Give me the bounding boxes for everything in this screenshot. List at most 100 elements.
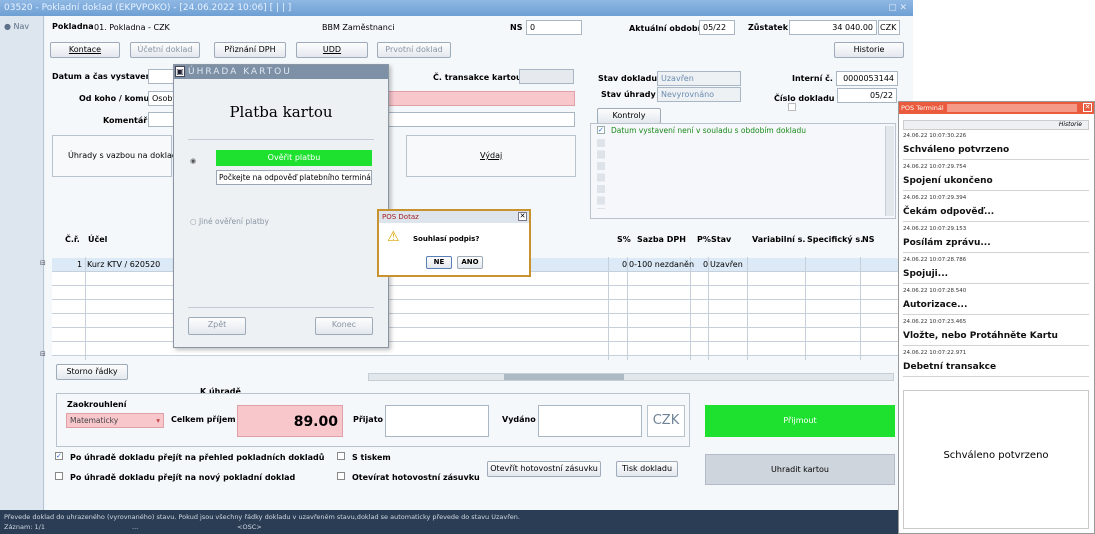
list-item: 24.06.22 10:07:28.786 Spojuji...: [903, 255, 1089, 284]
ns-label: NS: [510, 23, 523, 32]
obdobi-field[interactable]: 05/22: [699, 20, 735, 35]
list-item: 24.06.22 10:07:29.153 Posílám zprávu...: [903, 224, 1089, 253]
cell-p: 0: [703, 260, 709, 269]
vydaj-label: Výdaj: [480, 151, 503, 160]
entry-timestamp: 24.06.22 10:07:28.540: [903, 288, 967, 294]
currency-field: CZK: [878, 20, 900, 35]
col-header-ns[interactable]: NS: [862, 235, 874, 244]
datum-field[interactable]: [148, 69, 174, 84]
verify-payment-button[interactable]: Ověřit platbu: [216, 150, 372, 166]
card-dialog-title: ÚHRADA KARTOU: [174, 65, 388, 79]
storno-button[interactable]: Storno řádky: [56, 364, 128, 380]
main-window: 03520 - Pokladní doklad (EKPVPOKO) - [24…: [0, 0, 913, 534]
celkem-field: 89.00: [237, 405, 343, 437]
zaokrouhleni-select[interactable]: Matematicky ▾: [66, 413, 164, 428]
prvotni-doklad-button[interactable]: Prvotní doklad: [377, 42, 451, 58]
kontace-button[interactable]: Kontace: [50, 42, 120, 58]
back-button[interactable]: Zpět: [188, 317, 246, 335]
other-verification-radio[interactable]: ○ Jiné ověření platby: [190, 217, 269, 226]
otevrit-zasuvku-button[interactable]: Otevřít hotovostní zásuvku: [487, 461, 601, 477]
col-header-ucel[interactable]: Účel: [88, 235, 107, 244]
window-controls[interactable]: ▢ ✕: [888, 0, 907, 16]
udd-button[interactable]: UDD: [296, 42, 368, 58]
ucetni-doklad-button[interactable]: Účetní doklad: [130, 42, 200, 58]
nav-dot-icon: ●: [4, 22, 11, 31]
no-button[interactable]: NE: [426, 256, 452, 269]
col-header-cr[interactable]: Č.ř.: [65, 235, 80, 244]
col-header-s[interactable]: S%: [617, 235, 631, 244]
cislo-checkbox[interactable]: [788, 103, 796, 111]
end-button[interactable]: Konec: [315, 317, 373, 335]
entry-timestamp: 24.06.22 10:07:28.786: [903, 257, 967, 263]
entry-text: Čekám odpověď...: [903, 207, 995, 217]
historie-button[interactable]: Historie: [834, 42, 904, 58]
nav-item[interactable]: ● Nav: [4, 22, 29, 31]
horizontal-scrollbar[interactable]: [368, 373, 894, 381]
divider: [188, 307, 374, 308]
ns-field[interactable]: 0: [526, 20, 582, 35]
tisk-dokladu-button[interactable]: Tisk dokladu: [616, 461, 678, 477]
cell-stav: Uzavřen: [710, 260, 743, 269]
terminal-progress: [947, 104, 1077, 112]
col-header-var[interactable]: Variabilní s.: [752, 235, 805, 244]
yes-button[interactable]: ANO: [457, 256, 483, 269]
komentar-field-right[interactable]: [388, 112, 575, 127]
pokladna-label: Pokladna: [52, 22, 94, 31]
zaokrouhleni-label: Zaokrouhlení: [67, 400, 127, 409]
chk4-checkbox[interactable]: [337, 472, 345, 480]
scrollbar-thumb[interactable]: [504, 374, 624, 380]
prijmout-button[interactable]: Přijmout: [705, 405, 895, 437]
historie-header[interactable]: Historie: [903, 120, 1089, 130]
window-title: 03520 - Pokladní doklad (EKPVPOKO) - [24…: [0, 0, 913, 16]
odkoho-label: Od koho / komu: [79, 94, 150, 103]
kontroly-scrollbar[interactable]: [885, 126, 894, 216]
divider: [188, 139, 374, 140]
entry-timestamp: 24.06.22 10:07:29.153: [903, 226, 967, 232]
col-header-p[interactable]: P%: [697, 235, 711, 244]
warning-icon: ⚠: [387, 229, 400, 245]
interni-label: Interní č.: [792, 74, 833, 83]
chk1-label: Po úhradě dokladu přejít na přehled pokl…: [70, 453, 325, 462]
bbm-label: BBM Zaměstnanci: [322, 23, 395, 32]
list-item: 24.06.22 10:07:23.465 Vložte, nebo Protáh…: [903, 317, 1089, 346]
close-icon[interactable]: ✕: [518, 212, 527, 221]
kontroly-tab[interactable]: Kontroly: [597, 108, 661, 124]
row-expand-icon[interactable]: ⊟: [40, 259, 46, 267]
zaokrouhleni-value: Matematicky: [70, 416, 119, 425]
chk2-checkbox[interactable]: [55, 472, 63, 480]
status-row: Záznam: 1/1 ... <OSC>: [4, 522, 909, 532]
terminal-wait-message: Počkejte na odpověď platebního terminálu…: [216, 170, 372, 185]
chk1-checkbox[interactable]: ✓: [55, 452, 63, 460]
stav-dokladu-label: Stav dokladu: [598, 74, 658, 83]
transakce-field[interactable]: [519, 69, 574, 84]
col-header-stav[interactable]: Stav: [711, 235, 731, 244]
entry-text: Schváleno potvrzeno: [903, 145, 1010, 155]
kontroly-panel: [590, 123, 896, 219]
komentar-field[interactable]: [148, 112, 174, 127]
prijato-field[interactable]: [385, 405, 489, 437]
odkoho-detail-field[interactable]: [388, 91, 575, 106]
kontroly-checkbox-column[interactable]: [597, 139, 605, 209]
chk3-checkbox[interactable]: [337, 452, 345, 460]
vydano-field[interactable]: [538, 405, 642, 437]
chk3-label: S tiskem: [352, 453, 391, 462]
close-icon[interactable]: ✕: [1083, 103, 1092, 112]
odkoho-field[interactable]: Osoby: [148, 91, 174, 106]
vydano-label: Vydáno: [502, 415, 536, 424]
dropdown-arrow-icon: ▾: [156, 416, 160, 425]
col-header-spec[interactable]: Specifický s.: [807, 235, 863, 244]
col-header-sazba[interactable]: Sazba DPH: [637, 235, 686, 244]
stav-dokladu-field: Uzavřen: [657, 71, 741, 86]
card-payment-dialog: ÚHRADA KARTOU ▣ Platba kartou ◉ Ověřit p…: [173, 64, 389, 348]
list-item: 24.06.22 10:07:29.754 Spojení ukončeno: [903, 162, 1089, 191]
entry-text: Autorizace...: [903, 300, 968, 310]
interni-field: 0000053144: [836, 71, 898, 86]
priznani-dph-button[interactable]: Přiznání DPH: [214, 42, 286, 58]
nav-label: Nav: [13, 22, 30, 31]
warning-checkbox[interactable]: ✓: [597, 126, 605, 134]
uhradit-kartou-button[interactable]: Uhradit kartou: [705, 454, 895, 485]
row-collapse-icon[interactable]: ⊟: [40, 350, 46, 358]
cislo-field[interactable]: 05/22: [837, 88, 897, 103]
celkem-label: Celkem příjem: [171, 415, 236, 424]
verify-radio[interactable]: ◉: [190, 157, 196, 165]
